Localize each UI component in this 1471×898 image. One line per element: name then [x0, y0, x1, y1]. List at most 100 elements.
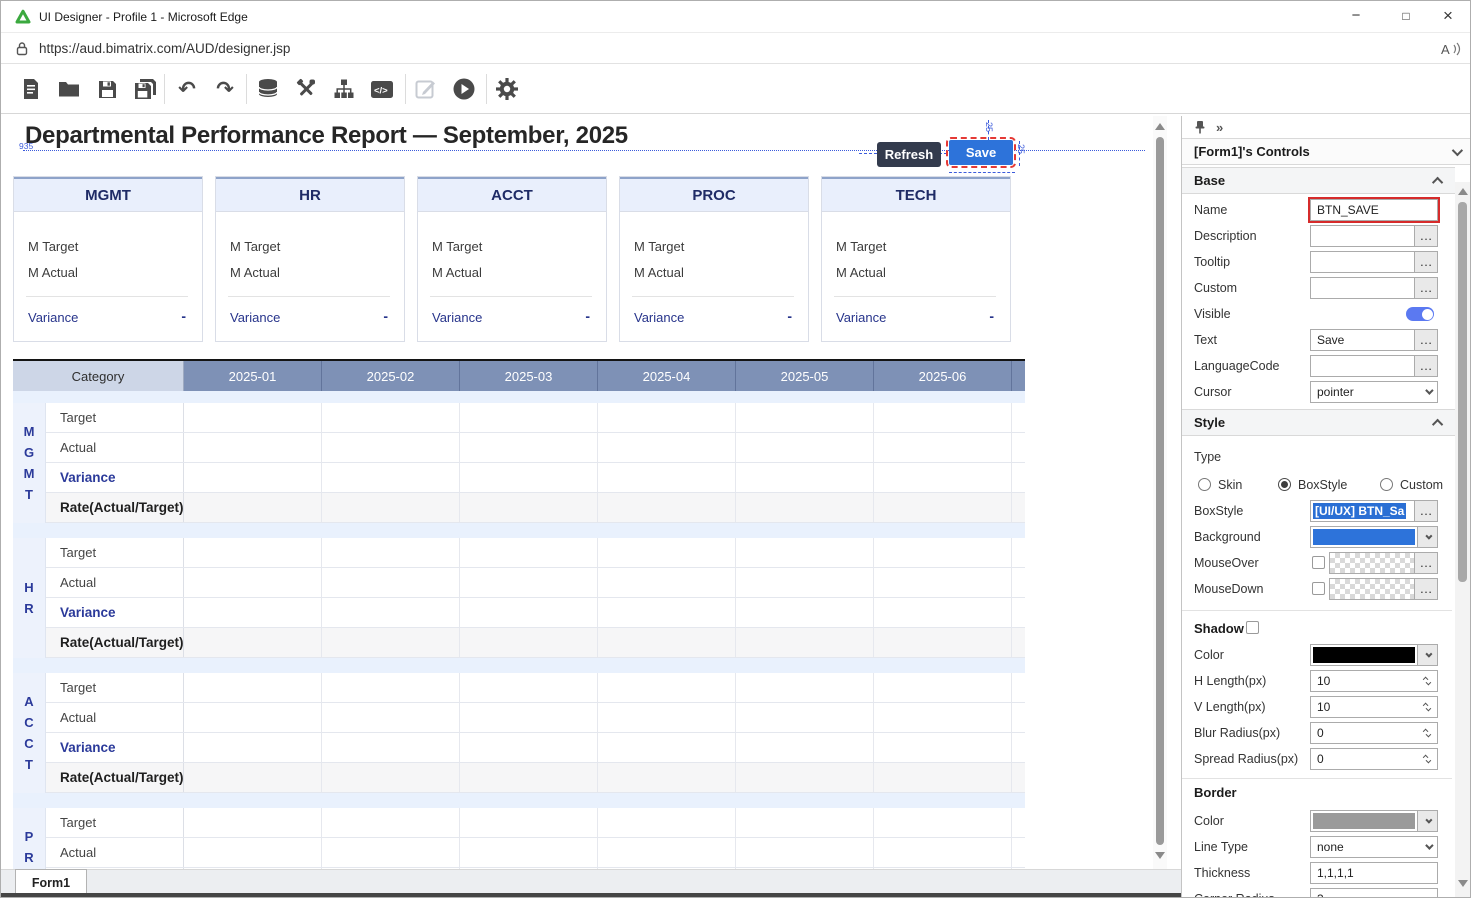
save-all-icon[interactable]: [130, 75, 160, 103]
text-input[interactable]: Save: [1310, 329, 1414, 351]
month-header-partial: [1012, 361, 1025, 391]
hlength-spinner[interactable]: 10: [1310, 670, 1438, 692]
card-variance-label: Variance: [28, 310, 78, 325]
save-icon[interactable]: [92, 75, 122, 103]
radio-skin[interactable]: Skin: [1198, 476, 1242, 494]
radio-custom[interactable]: Custom: [1380, 476, 1443, 494]
pin-icon[interactable]: [1194, 120, 1206, 134]
base-section-header[interactable]: Base: [1182, 167, 1455, 194]
table-group-mgmt: MGMT Target Actual Variance Rate(Actual/…: [13, 403, 1025, 523]
ellipsis-button[interactable]: …: [1414, 251, 1438, 273]
settings-gear-icon[interactable]: [492, 75, 522, 103]
chevron-down-icon: [1425, 386, 1433, 394]
shadow-checkbox[interactable]: [1246, 621, 1259, 634]
divider: [1182, 610, 1452, 611]
border-color-picker[interactable]: [1310, 810, 1438, 832]
edit-icon[interactable]: [411, 75, 441, 103]
form-tab-strip: [1, 869, 1181, 895]
mouseover-color-swatch[interactable]: [1329, 552, 1414, 574]
ellipsis-button[interactable]: …: [1414, 277, 1438, 299]
scroll-down-icon[interactable]: [1155, 852, 1165, 859]
dept-card-mgmt[interactable]: MGMT M Target M Actual Variance -: [13, 176, 203, 342]
prop-row-text: Text Save…: [1182, 327, 1471, 353]
toolbar-separator: [246, 74, 247, 104]
chevron-down-icon: [1417, 645, 1437, 665]
table-row: Actual: [46, 433, 1025, 463]
blur-spinner[interactable]: 0: [1310, 722, 1438, 744]
panel-scrollbar[interactable]: [1455, 182, 1470, 897]
table-group-proc: PROC Target Actual Variance Rate(Actual/…: [13, 808, 1025, 869]
spread-spinner[interactable]: 0: [1310, 748, 1438, 770]
lock-icon[interactable]: [15, 41, 29, 56]
radio-boxstyle-selected[interactable]: BoxStyle: [1278, 476, 1347, 494]
mouseover-checkbox[interactable]: [1312, 556, 1325, 569]
description-input[interactable]: [1310, 225, 1414, 247]
dept-card-proc[interactable]: PROC M Target M Actual Variance -: [619, 176, 809, 342]
scroll-down-icon[interactable]: [1458, 880, 1468, 887]
linetype-select[interactable]: none: [1310, 836, 1438, 858]
table-row: Actual: [46, 568, 1025, 598]
vlength-spinner[interactable]: 10: [1310, 696, 1438, 718]
style-section-header[interactable]: Style: [1182, 409, 1455, 436]
dept-card-hr[interactable]: HR M Target M Actual Variance -: [215, 176, 405, 342]
url-text[interactable]: https://aud.bimatrix.com/AUD/designer.js…: [39, 41, 290, 56]
background-color-picker[interactable]: [1310, 526, 1438, 548]
ellipsis-button[interactable]: …: [1414, 578, 1438, 600]
card-target-label: M Target: [230, 239, 280, 254]
maximize-button[interactable]: □: [1383, 1, 1429, 33]
thickness-input[interactable]: 1,1,1,1: [1310, 862, 1438, 884]
ellipsis-button[interactable]: …: [1414, 355, 1438, 377]
minimize-button[interactable]: −: [1333, 1, 1379, 33]
database-icon[interactable]: [253, 75, 283, 103]
ellipsis-button[interactable]: …: [1414, 500, 1438, 522]
prop-row-corner-radius: Corner Radius 3: [1182, 886, 1471, 898]
prop-label: H Length(px): [1194, 674, 1266, 688]
mousedown-checkbox[interactable]: [1312, 582, 1325, 595]
refresh-button[interactable]: Refresh: [877, 142, 941, 167]
card-actual-label: M Actual: [230, 265, 280, 280]
tooltip-input[interactable]: [1310, 251, 1414, 273]
scroll-up-icon[interactable]: [1155, 123, 1165, 130]
form1-tab[interactable]: Form1: [15, 869, 87, 896]
ellipsis-button[interactable]: …: [1414, 225, 1438, 247]
prop-row-border-color: Color: [1182, 808, 1471, 834]
custom-input[interactable]: [1310, 277, 1414, 299]
new-document-icon[interactable]: [16, 75, 46, 103]
name-input[interactable]: BTN_SAVE: [1310, 199, 1438, 221]
controls-header[interactable]: [Form1]'s Controls: [1182, 138, 1471, 165]
read-aloud-icon[interactable]: A: [1441, 41, 1461, 57]
collapse-panel-icon[interactable]: »: [1216, 120, 1223, 135]
tools-icon[interactable]: [291, 75, 321, 103]
card-variance-value: -: [383, 308, 388, 324]
scroll-up-icon[interactable]: [1458, 188, 1468, 195]
save-button-selected[interactable]: Save: [949, 140, 1013, 165]
prop-row-boxstyle: BoxStyle [UI/UX] BTN_Sa…: [1182, 498, 1471, 524]
cursor-select[interactable]: pointer: [1310, 381, 1438, 403]
canvas-scrollbar[interactable]: [1153, 116, 1167, 869]
run-icon[interactable]: [449, 75, 479, 103]
prop-label: BoxStyle: [1194, 504, 1243, 518]
shadow-color-picker[interactable]: [1310, 644, 1438, 666]
card-variance-label: Variance: [836, 310, 886, 325]
mousedown-color-swatch[interactable]: [1329, 578, 1414, 600]
table-row: Target: [46, 808, 1025, 838]
hierarchy-icon[interactable]: [329, 75, 359, 103]
open-folder-icon[interactable]: [54, 75, 84, 103]
scrollbar-thumb[interactable]: [1458, 202, 1467, 582]
close-button[interactable]: ×: [1425, 1, 1471, 33]
shadow-color-swatch: [1313, 647, 1415, 663]
scrollbar-thumb[interactable]: [1156, 137, 1164, 845]
performance-table[interactable]: Category 2025-01 2025-02 2025-03 2025-04…: [13, 359, 1025, 869]
dept-card-acct[interactable]: ACCT M Target M Actual Variance -: [417, 176, 607, 342]
ellipsis-button[interactable]: …: [1414, 329, 1438, 351]
design-canvas[interactable]: Departmental Performance Report — Septem…: [13, 116, 1153, 869]
boxstyle-input[interactable]: [UI/UX] BTN_Sa: [1310, 500, 1414, 522]
undo-icon[interactable]: ↶: [172, 75, 202, 103]
visible-toggle-on[interactable]: [1406, 307, 1434, 321]
dept-card-tech[interactable]: TECH M Target M Actual Variance -: [821, 176, 1011, 342]
redo-icon[interactable]: ↷: [210, 75, 240, 103]
code-icon[interactable]: </>: [367, 75, 397, 103]
languagecode-input[interactable]: [1310, 355, 1414, 377]
corner-radius-input[interactable]: 3: [1310, 888, 1438, 898]
ellipsis-button[interactable]: …: [1414, 552, 1438, 574]
